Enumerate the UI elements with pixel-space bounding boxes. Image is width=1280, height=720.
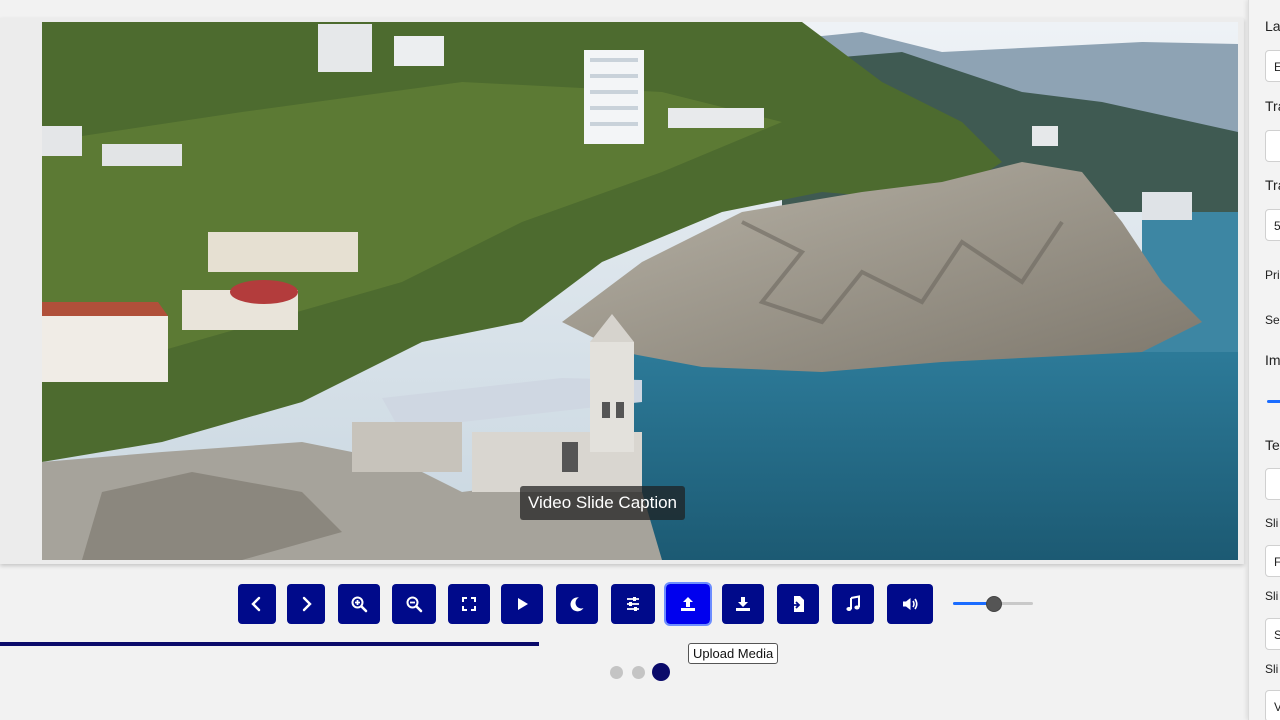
slide-dot[interactable] [610,666,623,679]
panel-label: Tra [1265,177,1280,193]
zoom-out-button[interactable] [392,584,436,624]
panel-label: Sli [1265,662,1279,676]
panel-label: Sli [1265,589,1279,603]
panel-field[interactable] [1265,468,1280,500]
media-toolbar [0,582,1244,626]
panel-label: Pri [1265,268,1280,282]
slide-dot[interactable] [652,663,670,681]
fullscreen-icon [462,597,476,611]
slide-image [42,22,1238,560]
file-import-icon [792,596,804,612]
play-button[interactable] [501,584,543,624]
slideshow-progress [0,642,1244,646]
panel-label: Tra [1265,98,1280,114]
zoom-in-button[interactable] [338,584,380,624]
panel-label: Tex [1265,437,1280,453]
panel-label: Ima [1265,352,1280,368]
upload-media-tooltip: Upload Media [688,643,779,664]
settings-button[interactable] [611,584,655,624]
volume-icon [903,598,918,610]
panel-slider[interactable] [1267,400,1280,403]
slide-dot[interactable] [632,666,645,679]
dark-mode-button[interactable] [556,584,598,624]
sliders-icon [627,597,639,611]
download-icon [736,597,750,611]
panel-label: La [1265,18,1280,34]
music-icon [846,595,860,611]
panel-label: Sec [1265,313,1280,327]
chevron-left-icon [251,596,261,612]
chevron-right-icon [302,596,312,612]
upload-media-button[interactable] [664,582,712,626]
download-button[interactable] [722,584,764,624]
slide-media[interactable] [42,22,1238,560]
upload-icon [681,597,695,611]
panel-field[interactable]: E [1265,50,1280,82]
music-button[interactable] [832,584,874,624]
settings-panel: La E Tra Tra 5 Pri Sec Ima Tex Sli F Sli… [1248,0,1280,720]
panel-label: Sli [1265,516,1279,530]
import-file-button[interactable] [777,584,819,624]
panel-field[interactable] [1265,130,1280,162]
slideshow-progress-fill [0,642,539,646]
panel-field[interactable]: S [1265,618,1280,650]
fullscreen-button[interactable] [448,584,490,624]
panel-field[interactable]: V [1265,690,1280,720]
panel-field[interactable]: F [1265,545,1280,577]
moon-icon [570,597,584,612]
slide-stage: Video Slide Caption [0,18,1244,564]
previous-button[interactable] [238,584,276,624]
slide-caption: Video Slide Caption [520,486,686,520]
play-icon [518,598,528,610]
zoom-out-icon [406,596,423,613]
next-button[interactable] [287,584,325,624]
volume-button[interactable] [887,584,933,624]
volume-slider-thumb[interactable] [986,596,1002,612]
zoom-in-icon [351,596,368,613]
panel-field[interactable]: 5 [1265,209,1280,241]
